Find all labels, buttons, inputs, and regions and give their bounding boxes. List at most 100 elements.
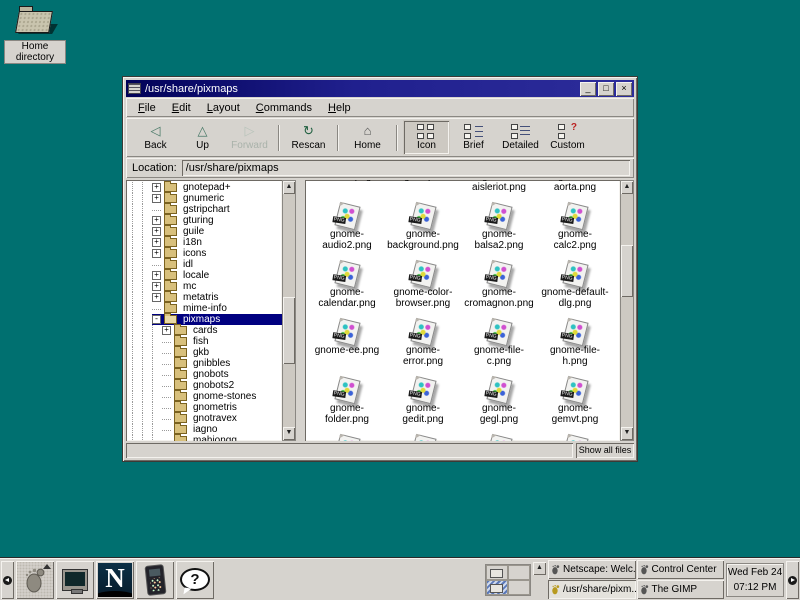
tree-expander[interactable] [162,419,171,420]
tree-item[interactable]: gnibbles [126,358,282,369]
file-item[interactable]: PNG gnome-error.png [385,315,461,373]
tree-expander[interactable]: + [162,326,171,335]
tree-item[interactable]: + icons [126,248,282,259]
tree-item[interactable]: + metatris [126,292,282,303]
tree-item[interactable]: mime-info [126,303,282,314]
show-all-files-button[interactable]: Show all files [576,443,634,458]
tree-item[interactable]: + i18n [126,237,282,248]
tree-item[interactable]: fish [126,336,282,347]
tree-expander[interactable] [162,375,171,376]
tree-item[interactable]: gnobots [126,369,282,380]
scroll-down-button[interactable]: ▼ [621,427,633,440]
file-item[interactable]: PNG gnome-file-h.png [537,315,613,373]
detailed-view-button[interactable]: Detailed [497,120,544,155]
tree-item[interactable]: gkb [126,347,282,358]
tree-expander[interactable]: + [152,227,161,236]
tree-expander[interactable] [162,386,171,387]
tree-expander[interactable]: + [152,293,161,302]
file-item[interactable]: PNG [537,431,613,441]
home-directory-desktop-icon[interactable]: Home directory [4,4,66,64]
workspace-cell[interactable] [486,580,508,595]
rescan-button[interactable]: ↻ Rescan [285,120,332,155]
tree-expander[interactable] [152,210,161,211]
file-item[interactable]: PNG gnome-calc2.png [537,199,613,257]
menu-item[interactable]: File [130,101,164,115]
tree-item[interactable]: + mc [126,281,282,292]
custom-view-button[interactable]: ? Custom [544,120,591,155]
icon-view-button[interactable]: Icon [403,120,450,155]
tree-scrollbar[interactable]: ▲ ▼ [282,180,296,441]
tree-item[interactable]: gnome-stones [126,391,282,402]
tree-expander[interactable] [162,397,171,398]
tree-item[interactable]: mahjongg [126,435,282,441]
panel-hide-right-button[interactable] [786,561,799,599]
tree-item[interactable]: gstripchart [126,204,282,215]
close-button[interactable]: × [616,82,632,96]
workspace-cell[interactable] [486,565,508,580]
scroll-track[interactable] [283,194,295,427]
tree-item[interactable]: - pixmaps [126,314,282,325]
file-item[interactable]: PNG gnome-calendar.png [309,257,385,315]
terminal-launcher[interactable] [56,561,94,599]
home-button[interactable]: ⌂ Home [344,120,391,155]
tree-expander[interactable] [162,441,171,442]
workspace-cell[interactable] [508,580,530,595]
scroll-track[interactable] [621,194,633,427]
main-menu-button[interactable] [16,561,54,599]
scroll-thumb[interactable] [621,245,633,296]
file-item[interactable]: PNG emacs.png [309,180,385,199]
tree-expander[interactable] [162,408,171,409]
tree-expander[interactable]: + [152,238,161,247]
location-input[interactable] [182,160,630,176]
file-item[interactable]: PNG gnome-audio2.png [309,199,385,257]
tree-expander[interactable]: + [152,183,161,192]
up-button[interactable]: △ Up [179,120,226,155]
tasklist-arrow-button[interactable]: ▲ [533,562,546,575]
scroll-up-button[interactable]: ▲ [621,181,633,194]
scroll-up-button[interactable]: ▲ [283,181,295,194]
menu-item[interactable]: Commands [248,101,320,115]
maximize-button[interactable]: □ [598,82,614,96]
workspace-cell[interactable] [508,565,530,580]
tree-expander[interactable]: + [152,216,161,225]
tree-expander[interactable] [152,265,161,266]
brief-view-button[interactable]: Brief [450,120,497,155]
tree-item[interactable]: iagno [126,424,282,435]
directory-tree[interactable]: + gnotepad+ + gnumeric [126,180,282,441]
help-launcher[interactable]: ? [176,561,214,599]
task-button[interactable]: Netscape: Welc... [548,560,636,579]
organizer-launcher[interactable] [136,561,174,599]
tree-expander[interactable]: + [152,282,161,291]
tree-item[interactable]: + cards [126,325,282,336]
file-item[interactable]: PNG [461,431,537,441]
file-item[interactable]: PNG gnome-aisleriot.png [461,180,537,199]
tree-item[interactable]: + locale [126,270,282,281]
file-item[interactable]: PNG gnome-folder.png [309,373,385,431]
tree-item[interactable]: idl [126,259,282,270]
scroll-down-button[interactable]: ▼ [283,427,295,440]
file-item[interactable]: PNG [385,431,461,441]
tree-item[interactable]: + gturing [126,215,282,226]
tree-item[interactable]: + gnumeric [126,193,282,204]
window-menu-icon[interactable] [128,83,141,94]
file-item[interactable]: PNG gnome-gemvt.png [537,373,613,431]
file-icon-view[interactable]: PNG emacs.png PNG gkb.xpm [305,180,620,441]
file-item[interactable]: PNG gnome-gegl.png [461,373,537,431]
menu-item[interactable]: Help [320,101,359,115]
tree-expander[interactable]: - [152,315,161,324]
tree-expander[interactable] [162,342,171,343]
desktop-pager[interactable] [485,564,531,596]
file-item[interactable]: PNG [309,431,385,441]
tree-expander[interactable] [152,309,161,310]
tree-expander[interactable] [162,364,171,365]
task-button[interactable]: /usr/share/pixm... [548,580,636,599]
scroll-thumb[interactable] [283,297,295,365]
back-button[interactable]: ◁ Back [132,120,179,155]
minimize-button[interactable]: _ [580,82,596,96]
menu-item[interactable]: Edit [164,101,199,115]
file-item[interactable]: PNG gnome-aorta.png [537,180,613,199]
tree-expander[interactable]: + [152,271,161,280]
forward-button[interactable]: ▷ Forward [226,120,273,155]
tree-item[interactable]: gnobots2 [126,380,282,391]
file-item[interactable]: PNG gnome-file-c.png [461,315,537,373]
